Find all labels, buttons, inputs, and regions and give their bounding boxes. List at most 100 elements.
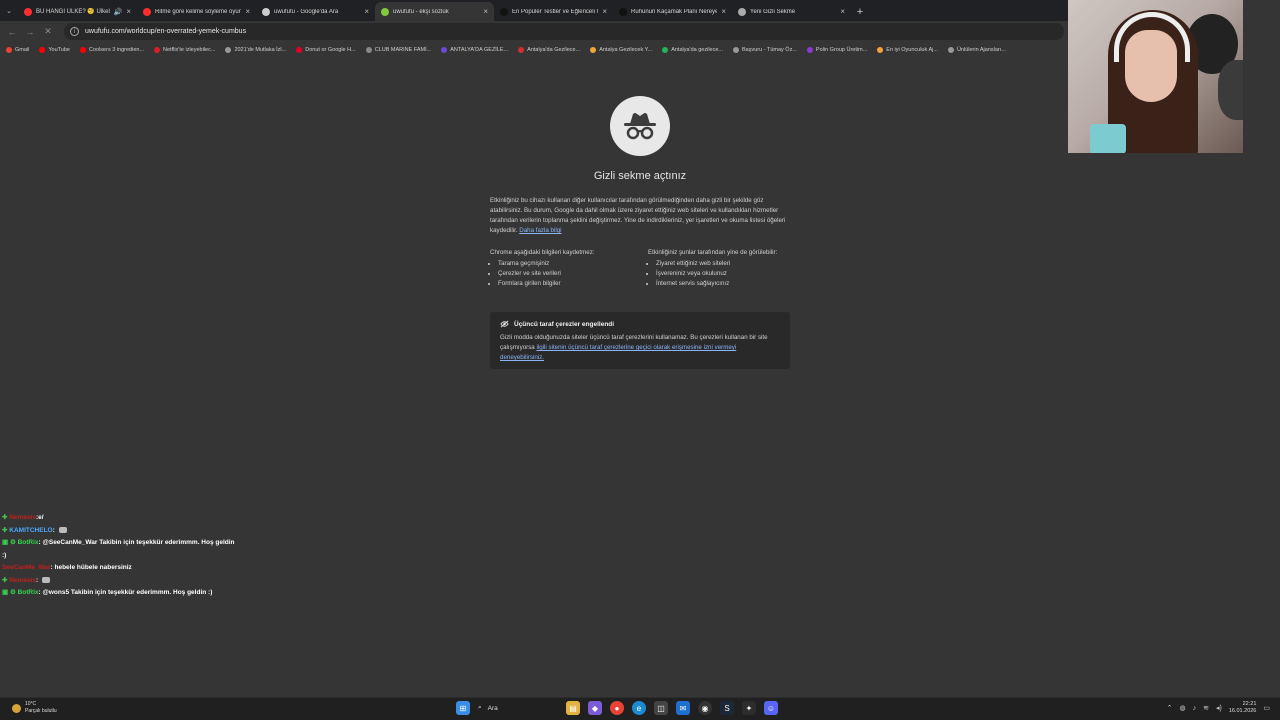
close-tab-icon[interactable]: × xyxy=(126,7,131,16)
address-url[interactable]: uwufufu.com/worldcup/en-overrated-yemek-… xyxy=(85,28,246,35)
chrome-icon[interactable]: ● xyxy=(610,701,624,715)
speaker-icon[interactable]: 🔊 xyxy=(114,8,123,16)
site-info-icon[interactable]: i xyxy=(70,27,79,36)
address-bar[interactable]: i uwufufu.com/worldcup/en-overrated-yeme… xyxy=(64,23,1064,40)
tab-title: uwufufu - Google'da Ara xyxy=(274,8,339,15)
chat-message: ✚ Nemesis: xyxy=(2,575,272,588)
bookmark-item[interactable]: Ünlülerin Ajansları... xyxy=(947,46,1006,53)
plush-toy-image xyxy=(1218,60,1243,120)
eye-off-icon xyxy=(500,320,509,328)
clock[interactable]: 22:21 16.01.2026 xyxy=(1229,701,1257,715)
volume-icon[interactable]: ◂) xyxy=(1216,704,1222,712)
chat-text: : @SeeCanMe_War Takibin için teşekkür ed… xyxy=(38,539,235,546)
bookmark-item[interactable]: Antalya'da gezilece... xyxy=(662,46,723,53)
close-tab-icon[interactable]: × xyxy=(483,7,488,16)
chat-username[interactable]: KAMITCHELO xyxy=(9,527,52,534)
chat-username[interactable]: Nemesis xyxy=(9,514,36,521)
bookmark-item[interactable]: 2021'de Mutlaka İzl... xyxy=(225,46,286,53)
not-saved-column: Chrome aşağıdaki bilgileri kaydetmez: Ta… xyxy=(490,248,635,289)
incognito-intro: Etkinliğiniz bu cihazı kullanan diğer ku… xyxy=(490,196,790,236)
tab-4[interactable]: En Popüler Testler ve Eğlenceli Oyunlar × xyxy=(494,2,613,21)
tab-5[interactable]: Ruhunun Kaçamak Planı Nereye × xyxy=(613,2,732,21)
close-tab-icon[interactable]: × xyxy=(245,7,250,16)
bookmark-label: En iyi Oyunculuk Aj... xyxy=(886,46,938,53)
cookie-card-title: Üçüncü taraf çerezler engellendi xyxy=(514,320,615,328)
file-explorer-icon[interactable]: ▤ xyxy=(566,701,580,715)
bookmark-favicon-icon xyxy=(877,46,884,53)
tab-0[interactable]: BU HANGİ ÜLKE? 🧐 Ülkeler 🔊 × xyxy=(18,2,137,21)
bookmark-item[interactable]: Donut or Google H... xyxy=(296,46,356,53)
taskbar-search[interactable]: ⌕ Ara xyxy=(478,701,558,715)
taskbar-apps: ⊞ ⌕ Ara ▤ ◆ ● e ◫ ✉ ◉ S ✦ ☺ xyxy=(456,701,778,715)
close-tab-icon[interactable]: × xyxy=(721,7,726,16)
windows-start-icon[interactable]: ⊞ xyxy=(456,701,470,715)
tab-title: Yeni Gizli Sekme xyxy=(750,8,796,15)
edge-icon[interactable]: e xyxy=(632,701,646,715)
bookmark-item[interactable]: Gmail xyxy=(6,46,30,53)
learn-more-link[interactable]: Daha fazla bilgi xyxy=(519,227,561,234)
chat-username[interactable]: Nemesis xyxy=(9,577,36,584)
xbox-icon[interactable]: ✦ xyxy=(742,701,756,715)
close-tab-icon[interactable]: × xyxy=(602,7,607,16)
weather-temp: 10°C xyxy=(25,701,37,707)
bookmark-label: Polin Group Üretim... xyxy=(815,46,868,53)
bookmark-item[interactable]: ANTALYA'DA GEZİLE... xyxy=(441,46,509,53)
mail-icon[interactable]: ✉ xyxy=(676,701,690,715)
forward-icon[interactable]: → xyxy=(24,26,36,38)
tab-search-button[interactable]: ⌄ xyxy=(0,0,18,21)
list-item: İnternet servis sağlayıcınız xyxy=(656,279,793,289)
emote-icon xyxy=(42,576,51,583)
bookmark-item[interactable]: CLUB MARINE FAMİ... xyxy=(365,46,432,53)
chevron-up-icon[interactable]: ⌃ xyxy=(1167,704,1173,712)
tab-strip: ⌄ BU HANGİ ÜLKE? 🧐 Ülkeler 🔊 × Ritme göre k… xyxy=(0,0,1070,21)
store-icon[interactable]: ◫ xyxy=(654,701,668,715)
tab-1[interactable]: Ritme göre kelime söyleme oyunu × xyxy=(137,2,256,21)
page-title: Gizli sekme açtınız xyxy=(593,170,687,182)
network-icon[interactable]: ◍ xyxy=(1180,704,1186,712)
wifi-icon[interactable]: ≋ xyxy=(1203,704,1209,712)
bookmark-item[interactable]: En iyi Oyunculuk Aj... xyxy=(877,46,938,53)
copilot-icon[interactable]: ◆ xyxy=(588,701,602,715)
chat-text: : xyxy=(36,576,39,584)
tab-3[interactable]: uwufufu - ekşi sözlük × xyxy=(375,2,494,21)
tab-favicon-icon xyxy=(619,7,627,16)
bookmark-item[interactable]: Antalya Gezilecek Y... xyxy=(590,46,652,53)
chat-text: : hebele hübele nabersiniz xyxy=(50,564,132,571)
bookmark-item[interactable]: YouTube xyxy=(39,46,70,53)
steam-icon[interactable]: S xyxy=(720,701,734,715)
chat-message: ✚ Nemesis:e/ xyxy=(2,512,272,525)
cookie-allow-link[interactable]: ilgili sitenin üçüncü taraf çerezlerine … xyxy=(500,344,736,361)
chat-username[interactable]: BotRix xyxy=(18,539,39,546)
bookmark-item[interactable]: Netflix'te izleyebilec... xyxy=(154,46,215,53)
tab-6[interactable]: Yeni Gizli Sekme × xyxy=(732,2,851,21)
cookie-card-header: Üçüncü taraf çerezler engellendi xyxy=(500,320,780,328)
bookmark-label: CLUB MARINE FAMİ... xyxy=(374,46,432,53)
bookmark-label: Coolsers 3 ingredien... xyxy=(89,46,145,53)
weather-widget[interactable]: 10°C Parçalı bulutlu xyxy=(12,701,57,715)
tab-2[interactable]: uwufufu - Google'da Ara × xyxy=(256,2,375,21)
bookmark-item[interactable]: Coolsers 3 ingredien... xyxy=(80,46,145,53)
chat-message: SeeCanMe_War: hebele hübele nabersiniz xyxy=(2,562,272,575)
visible-to-column: Etkinliğiniz şunlar tarafından yine de g… xyxy=(648,248,793,289)
system-tray: ⌃ ◍ ♪ ≋ ◂) 22:21 16.01.2026 ▭ xyxy=(1167,701,1270,715)
chat-username[interactable]: BotRix xyxy=(18,589,39,596)
new-tab-button[interactable]: + xyxy=(851,2,869,21)
bookmark-item[interactable]: Başvuru - Tümay Öz... xyxy=(733,46,797,53)
bookmark-label: Gmail xyxy=(15,46,30,53)
obs-icon[interactable]: ◉ xyxy=(698,701,712,715)
bookmark-item[interactable]: Antalya'da Gezilece... xyxy=(518,46,580,53)
microphone-icon[interactable]: ♪ xyxy=(1193,705,1197,712)
stop-loading-icon[interactable]: ✕ xyxy=(42,26,54,38)
discord-icon[interactable]: ☺ xyxy=(764,701,778,715)
bookmark-item[interactable]: Polin Group Üretim... xyxy=(806,46,868,53)
close-tab-icon[interactable]: × xyxy=(840,7,845,16)
bookmark-favicon-icon xyxy=(225,46,232,53)
close-tab-icon[interactable]: × xyxy=(364,7,369,16)
cookie-card-text: Gizli modda olduğunuzda siteler üçüncü t… xyxy=(500,333,780,363)
chat-username[interactable]: SeeCanMe_War xyxy=(2,564,51,571)
bookmark-favicon-icon xyxy=(365,46,372,53)
tab-title: Ruhunun Kaçamak Planı Nereye xyxy=(631,8,718,15)
back-icon[interactable]: ← xyxy=(6,26,18,38)
notifications-icon[interactable]: ▭ xyxy=(1263,704,1270,712)
bookmark-label: ANTALYA'DA GEZİLE... xyxy=(450,46,509,53)
